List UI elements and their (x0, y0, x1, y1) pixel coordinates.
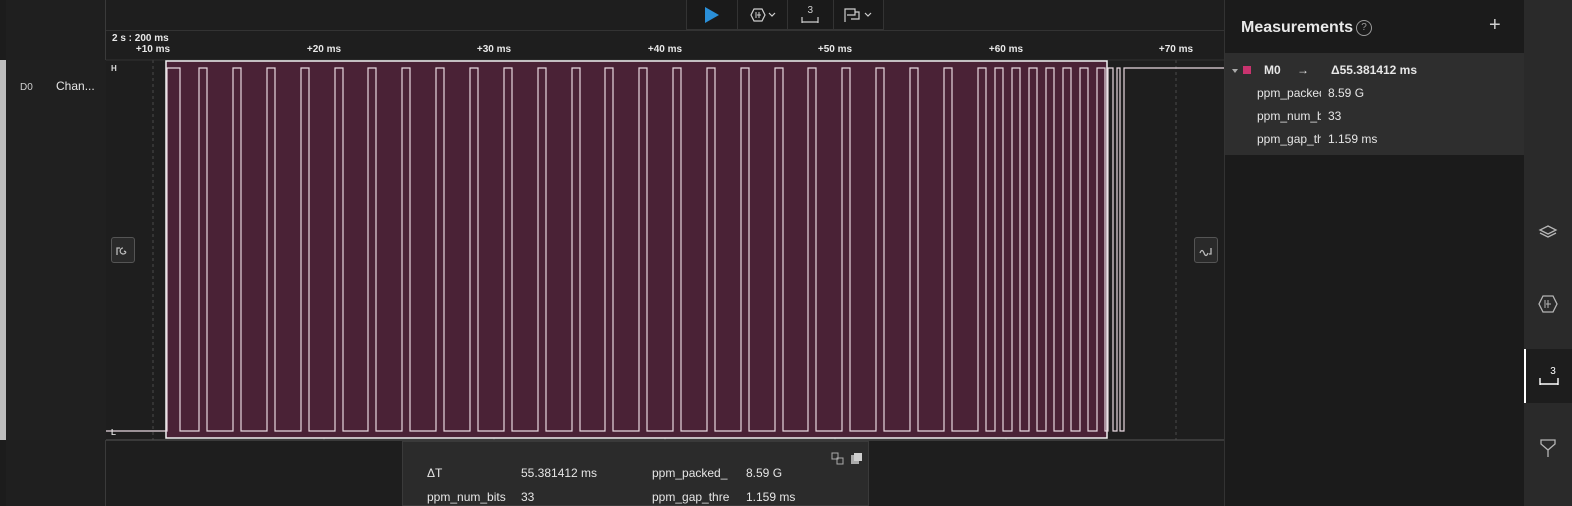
panel-title: Measurements (1241, 19, 1354, 36)
tick-label: +70 ms (1158, 44, 1194, 55)
measurement-item[interactable]: M0 → Δ55.381412 ms ppm_packed 8.59 G ppm… (1225, 53, 1525, 155)
measurement-row-label: ppm_num_bits (1257, 109, 1321, 123)
add-measurement-button[interactable]: + (1489, 14, 1501, 37)
high-level-label: H (111, 64, 117, 73)
side-icon-rail: 3 (1524, 0, 1572, 506)
tick-label: +40 ms (647, 44, 683, 55)
measurement-name: M0 (1264, 63, 1281, 77)
measure-ruler-icon (801, 16, 819, 23)
popout-icon[interactable] (831, 452, 844, 465)
measurement-row-value: 33 (1328, 109, 1342, 123)
channel-name[interactable]: Chan... (56, 79, 95, 93)
jump-prev-edge-button[interactable] (111, 237, 135, 263)
measurement-color-swatch (1243, 66, 1251, 74)
popup-gap-value: 1.159 ms (746, 490, 796, 504)
rail-measurements-button[interactable]: 3 (1524, 349, 1572, 403)
popup-dt-value: 55.381412 ms (521, 466, 598, 480)
tick-label: +60 ms (988, 44, 1024, 55)
measurement-row-value: 1.159 ms (1328, 132, 1378, 146)
popup-packed-label: ppm_packed_ (652, 466, 728, 480)
analyzers-dropdown-button[interactable] (738, 0, 788, 30)
rail-measure-count: 3 (1550, 365, 1556, 377)
measurement-row-value: 8.59 G (1328, 86, 1365, 100)
popup-numbits-value: 33 (521, 490, 535, 504)
channel-row-d0[interactable]: D0 Chan... (6, 60, 106, 440)
arrow-icon: → (1297, 63, 1309, 77)
low-level-label: L (111, 428, 116, 437)
popup-numbits-label: ppm_num_bits (427, 490, 506, 504)
measurement-row-label: ppm_gap_threshold (1257, 132, 1321, 146)
start-capture-button[interactable] (687, 0, 739, 30)
measurement-selection (165, 60, 1108, 439)
waveform-area[interactable]: 2 s : 200 ms +10 ms +20 ms +30 ms +40 ms… (106, 0, 1224, 506)
measure-count: 3 (807, 4, 814, 16)
tick-label: +30 ms (476, 44, 512, 55)
popup-dt-label: ΔT (427, 466, 443, 480)
play-icon (705, 6, 720, 23)
markers-dropdown-button[interactable] (834, 0, 883, 30)
popup-packed-value: 8.59 G (746, 466, 783, 480)
capture-toolbar: 3 (686, 0, 884, 30)
rail-analyzers-button[interactable] (1524, 277, 1572, 331)
copy-icon[interactable] (850, 452, 863, 465)
prev-edge-icon (116, 247, 127, 255)
analyzer-hex-icon (1538, 295, 1558, 313)
rail-device-button[interactable] (1524, 205, 1572, 259)
channel-panel: D0 Chan... (6, 0, 106, 506)
measurements-panel: Measurements ? + M0 → Δ55.381412 ms ppm_… (1224, 0, 1525, 506)
marker-pin-icon (1540, 439, 1556, 457)
channel-id: D0 (20, 82, 33, 93)
layers-icon (1538, 225, 1558, 238)
popup-gap-label: ppm_gap_thre (652, 490, 730, 504)
jump-next-edge-button[interactable] (1194, 237, 1218, 263)
tick-label: +10 ms (135, 44, 171, 55)
measurement-row-label: ppm_packed (1257, 86, 1321, 100)
rail-markers-button[interactable] (1524, 421, 1572, 475)
marker-flag-icon (844, 7, 872, 22)
help-icon[interactable]: ? (1356, 20, 1372, 36)
next-edge-icon (1199, 248, 1212, 257)
analyzer-hex-icon (750, 7, 776, 22)
tick-label: +20 ms (306, 44, 342, 55)
tick-label: +50 ms (817, 44, 853, 55)
collapse-caret-icon[interactable] (1231, 67, 1239, 75)
measurement-delta: Δ55.381412 ms (1331, 63, 1418, 77)
waveform-canvas[interactable] (106, 0, 1224, 506)
time-ruler[interactable]: 2 s : 200 ms +10 ms +20 ms +30 ms +40 ms… (106, 30, 1224, 61)
measurement-popup[interactable]: ΔT 55.381412 ms ppm_packed_ 8.59 G ppm_n… (402, 441, 869, 506)
measurements-tool-button[interactable]: 3 (788, 0, 834, 30)
timescale-label: 2 s : 200 ms (112, 33, 169, 44)
measure-ruler-icon (1539, 377, 1559, 385)
